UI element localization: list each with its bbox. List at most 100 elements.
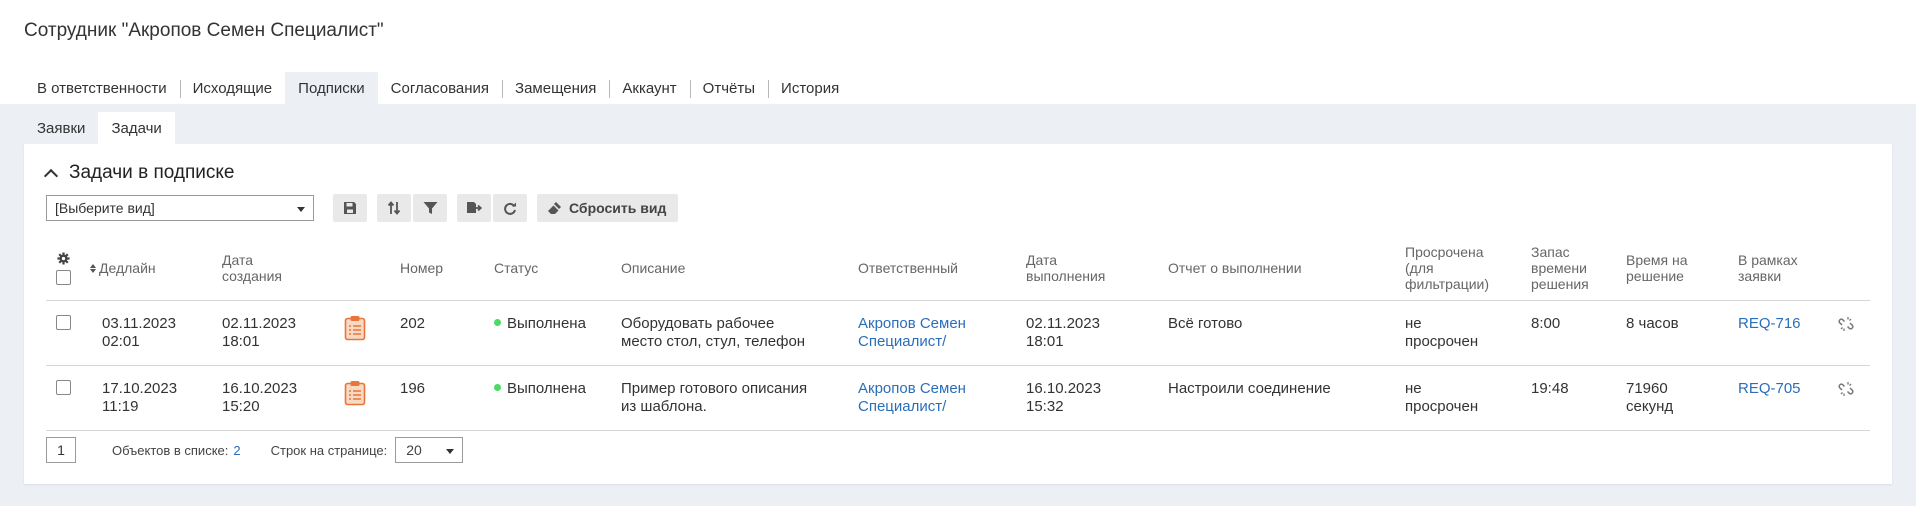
view-select-value: [Выберите вид]	[55, 200, 155, 216]
col-created[interactable]: Дата создания	[222, 236, 302, 300]
request-link[interactable]: REQ-705	[1738, 380, 1801, 398]
overdue-line1: не	[1405, 380, 1422, 397]
rows-per-page-select[interactable]: 20	[395, 437, 464, 463]
objects-count-label: Объектов в списке:	[112, 442, 229, 458]
col-request[interactable]: В рамках заявки	[1738, 236, 1798, 300]
col-completed[interactable]: Дата выполнения	[1026, 236, 1126, 300]
table-row[interactable]: 03.11.2023 02:01 02.11.2023 18:01 202 Вы…	[46, 301, 1870, 366]
col-deadline[interactable]: Дедлайн	[90, 236, 156, 300]
col-reserve[interactable]: Запас времени решения	[1531, 236, 1601, 300]
export-icon	[467, 202, 482, 213]
row-checkbox[interactable]	[56, 380, 71, 395]
col-solve-time[interactable]: Время на решение	[1626, 236, 1696, 300]
status-label: Выполнена	[507, 380, 586, 397]
created-time: 18:01	[222, 333, 260, 350]
col-status[interactable]: Статус	[494, 236, 538, 300]
created-time: 15:20	[222, 398, 260, 415]
sort-icon	[387, 201, 401, 215]
request-link[interactable]: REQ-716	[1738, 315, 1801, 333]
select-all-checkbox[interactable]	[56, 269, 71, 285]
tasks-panel: Задачи в подписке [Выберите вид] Сбросит…	[24, 144, 1892, 484]
col-description-label: Описание	[621, 260, 686, 276]
col-completed-label: Дата выполнения	[1026, 252, 1106, 284]
page-number-button[interactable]: 1	[46, 437, 76, 463]
view-select[interactable]: [Выберите вид]	[46, 195, 314, 221]
chevron-down-icon	[446, 449, 455, 454]
task-clipboard-icon[interactable]	[344, 380, 366, 406]
refresh-icon	[504, 202, 516, 215]
unlink-icon[interactable]	[1838, 381, 1854, 397]
completed-time: 15:32	[1026, 398, 1064, 415]
completed-date: 16.10.2023	[1026, 380, 1102, 397]
chevron-up-icon[interactable]	[43, 168, 59, 183]
col-number-label: Номер	[400, 260, 444, 276]
col-responsible[interactable]: Ответственный	[858, 236, 958, 300]
rows-per-page-label: Строк на странице:	[270, 442, 388, 458]
tab-subscriptions[interactable]: Подписки	[285, 72, 378, 104]
responsible-link[interactable]: Акропов Семен Специалист/	[858, 315, 966, 351]
status-label: Выполнена	[507, 315, 586, 332]
tab-responsibility[interactable]: В ответственности	[24, 72, 180, 104]
unlink-icon[interactable]	[1838, 316, 1854, 332]
subtab-tasks[interactable]: Задачи	[98, 112, 175, 144]
col-report-label: Отчет о выполнении	[1168, 260, 1302, 276]
reserve-time: 8:00	[1531, 315, 1561, 332]
report-text: Всё готово	[1168, 315, 1243, 332]
description-line2: из шаблона.	[621, 398, 707, 415]
save-view-button[interactable]	[333, 194, 367, 222]
completed-date: 02.11.2023	[1026, 315, 1100, 332]
rows-per-page-value: 20	[406, 442, 422, 458]
task-number: 196	[400, 380, 426, 397]
panel-header[interactable]: Задачи в подписке	[43, 162, 235, 184]
content-area: Заявки Задачи Задачи в подписке [Выберит…	[0, 104, 1916, 506]
description-line2: место стол, стул, телефон	[621, 333, 806, 350]
filter-button[interactable]	[413, 194, 447, 222]
panel-title: Задачи в подписке	[69, 162, 235, 183]
sub-tabs: Заявки Задачи	[24, 112, 175, 144]
status-dot-icon	[494, 384, 501, 391]
responsible-line2: Специалист/	[858, 333, 947, 350]
col-solve-time-label: Время на решение	[1626, 252, 1688, 284]
col-description[interactable]: Описание	[621, 236, 685, 300]
row-checkbox[interactable]	[56, 315, 71, 330]
sort-button[interactable]	[377, 194, 411, 222]
col-deadline-label: Дедлайн	[99, 260, 156, 276]
responsible-link[interactable]: Акропов Семен Специалист/	[858, 380, 966, 416]
tab-account[interactable]: Аккаунт	[609, 72, 689, 104]
page-title: Сотрудник "Акропов Семен Специалист"	[24, 20, 384, 41]
refresh-button[interactable]	[493, 194, 527, 222]
gear-icon[interactable]	[57, 251, 70, 265]
task-clipboard-icon[interactable]	[344, 315, 366, 341]
col-number[interactable]: Номер	[400, 236, 443, 300]
task-status: Выполнена	[494, 315, 586, 333]
save-icon	[344, 202, 356, 214]
export-button[interactable]	[457, 194, 491, 222]
col-overdue[interactable]: Просрочена (для фильтрации)	[1405, 236, 1505, 300]
created-date: 02.11.2023	[222, 315, 296, 332]
reset-view-button[interactable]: Сбросить вид	[537, 194, 679, 222]
col-overdue-label: Просрочена (для фильтрации)	[1405, 244, 1490, 292]
tab-history[interactable]: История	[768, 72, 852, 104]
col-report[interactable]: Отчет о выполнении	[1168, 236, 1302, 300]
col-status-label: Статус	[494, 260, 539, 276]
tab-outgoing[interactable]: Исходящие	[179, 72, 286, 104]
deadline-time: 02:01	[102, 333, 140, 350]
deadline-date: 03.11.2023	[102, 315, 176, 332]
deadline-time: 11:19	[102, 398, 139, 415]
tasks-table: Дедлайн Дата создания Номер Статус Описа…	[46, 236, 1870, 431]
table-row[interactable]: 17.10.2023 11:19 16.10.2023 15:20 196 Вы…	[46, 366, 1870, 431]
table-footer: 1 Объектов в списке: 2 Строк на странице…	[46, 436, 464, 464]
reserve-time: 19:48	[1531, 380, 1569, 397]
overdue-line1: не	[1405, 315, 1422, 332]
tab-approvals[interactable]: Согласования	[378, 72, 502, 104]
filter-icon	[423, 202, 437, 214]
subtab-requests[interactable]: Заявки	[24, 112, 98, 144]
col-reserve-label: Запас времени решения	[1531, 244, 1589, 292]
task-status: Выполнена	[494, 380, 586, 398]
table-header: Дедлайн Дата создания Номер Статус Описа…	[46, 236, 1870, 301]
tab-substitutions[interactable]: Замещения	[502, 72, 609, 104]
responsible-line2: Специалист/	[858, 398, 947, 415]
tab-reports[interactable]: Отчёты	[689, 72, 768, 104]
description-line1: Пример готового описания	[621, 380, 808, 397]
top-tabs: В ответственности Исходящие Подписки Сог…	[24, 72, 852, 104]
